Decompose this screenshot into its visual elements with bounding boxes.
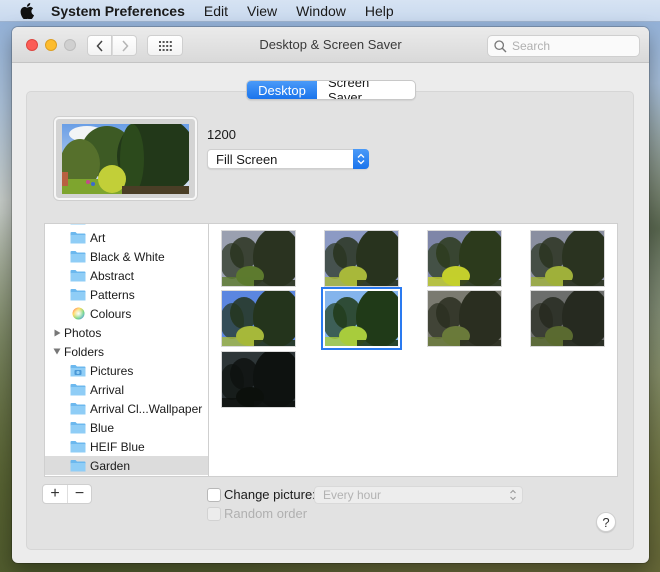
folder-icon bbox=[70, 402, 86, 415]
menu-help[interactable]: Help bbox=[365, 3, 394, 19]
source-item-label: Blue bbox=[90, 420, 115, 435]
help-button[interactable]: ? bbox=[596, 512, 616, 532]
desktop-preview bbox=[54, 117, 197, 200]
source-item-colours[interactable]: Colours bbox=[45, 304, 208, 323]
random-order-checkbox bbox=[207, 507, 221, 521]
preferences-window: Desktop & Screen Saver Desktop Screen Sa… bbox=[12, 27, 649, 563]
add-folder-button[interactable]: + bbox=[43, 485, 67, 503]
change-interval-value: Every hour bbox=[323, 488, 382, 502]
change-picture-label: Change picture: bbox=[224, 487, 316, 502]
wallpaper-grid bbox=[208, 223, 618, 477]
source-item-pictures[interactable]: Pictures bbox=[45, 361, 208, 380]
change-interval-popup: Every hour bbox=[314, 486, 523, 504]
tab-desktop[interactable]: Desktop bbox=[247, 81, 317, 99]
menu-view[interactable]: View bbox=[247, 3, 277, 19]
source-item-garden[interactable]: Garden bbox=[45, 456, 208, 475]
source-item-arrival-cl-wallpaper[interactable]: Arrival Cl...Wallpaper bbox=[45, 399, 208, 418]
search-input[interactable] bbox=[512, 39, 632, 53]
source-item-folders[interactable]: Folders bbox=[45, 342, 208, 361]
search-icon bbox=[494, 39, 507, 52]
folder-icon bbox=[70, 383, 86, 396]
popup-stepper-icon bbox=[353, 149, 369, 169]
image-name-label: 1200 bbox=[207, 127, 236, 142]
wallpaper-thumbnail[interactable] bbox=[428, 231, 501, 286]
folder-icon bbox=[70, 250, 86, 263]
color-wheel-icon bbox=[70, 307, 86, 320]
search-field[interactable] bbox=[487, 35, 640, 57]
wallpaper-thumbnail[interactable] bbox=[222, 291, 295, 346]
fit-screen-value: Fill Screen bbox=[216, 151, 278, 167]
source-item-label: Garden bbox=[90, 458, 131, 473]
source-item-label: Pictures bbox=[90, 363, 134, 378]
folder-icon bbox=[70, 288, 86, 301]
source-item-label: Black & White bbox=[90, 249, 165, 264]
source-item-photos[interactable]: Photos bbox=[45, 323, 208, 342]
wallpaper-thumbnail[interactable] bbox=[222, 352, 295, 407]
tab-screen-saver[interactable]: Screen Saver bbox=[317, 81, 415, 99]
title-bar: Desktop & Screen Saver bbox=[12, 27, 649, 63]
source-item-label: Photos bbox=[64, 325, 102, 340]
menu-edit[interactable]: Edit bbox=[204, 3, 228, 19]
folder-icon bbox=[70, 459, 86, 472]
source-item-label: Patterns bbox=[90, 287, 135, 302]
source-item-label: Art bbox=[90, 230, 106, 245]
source-item-art[interactable]: Art bbox=[45, 228, 208, 247]
chevron-updown-icon bbox=[509, 488, 517, 505]
folder-icon bbox=[70, 421, 86, 434]
source-item-label: Folders bbox=[64, 344, 105, 359]
folder-icon bbox=[70, 269, 86, 282]
folder-icon bbox=[70, 231, 86, 244]
fit-screen-popup[interactable]: Fill Screen bbox=[207, 149, 369, 169]
wallpaper-thumbnail[interactable] bbox=[531, 231, 604, 286]
wallpaper-thumbnail[interactable] bbox=[428, 291, 501, 346]
folder-icon bbox=[70, 224, 86, 225]
source-item-label: Abstract bbox=[90, 268, 135, 283]
source-item-blue[interactable]: Blue bbox=[45, 418, 208, 437]
source-item-arrival[interactable]: Arrival bbox=[45, 380, 208, 399]
source-item-label: Arrival Cl...Wallpaper bbox=[90, 401, 203, 416]
tab-bar: Desktop Screen Saver bbox=[246, 80, 416, 100]
source-item-patterns[interactable]: Patterns bbox=[45, 285, 208, 304]
wallpaper-thumbnail[interactable] bbox=[325, 291, 398, 346]
disclosure-right-icon[interactable] bbox=[53, 328, 61, 337]
source-list[interactable]: Art Black & White Abstract Patterns Colours P… bbox=[44, 223, 208, 477]
source-item-label: Colours bbox=[90, 306, 132, 321]
wallpaper-thumbnail[interactable] bbox=[222, 231, 295, 286]
disclosure-down-icon[interactable] bbox=[53, 347, 61, 356]
source-item-black-white[interactable]: Black & White bbox=[45, 247, 208, 266]
add-remove-control: + − bbox=[42, 484, 92, 504]
menu-window[interactable]: Window bbox=[296, 3, 346, 19]
apple-logo-icon[interactable] bbox=[18, 2, 36, 20]
random-order-label: Random order bbox=[224, 506, 308, 521]
source-item-heif-blue[interactable]: HEIF Blue bbox=[45, 437, 208, 456]
menu-system-preferences[interactable]: System Preferences bbox=[51, 3, 185, 19]
source-item-label: HEIF Blue bbox=[90, 439, 145, 454]
wallpaper-thumbnail[interactable] bbox=[531, 291, 604, 346]
change-picture-checkbox[interactable] bbox=[207, 488, 221, 502]
remove-folder-button[interactable]: − bbox=[67, 485, 91, 503]
menu-bar: System Preferences Edit View Window Help bbox=[0, 0, 660, 22]
source-item-abstract[interactable]: Abstract bbox=[45, 266, 208, 285]
wallpaper-thumbnail[interactable] bbox=[325, 231, 398, 286]
pictures-folder-icon bbox=[70, 364, 86, 377]
folder-icon bbox=[70, 440, 86, 453]
source-item-label: Arrival bbox=[90, 382, 125, 397]
desktop-preview-image bbox=[62, 124, 189, 194]
